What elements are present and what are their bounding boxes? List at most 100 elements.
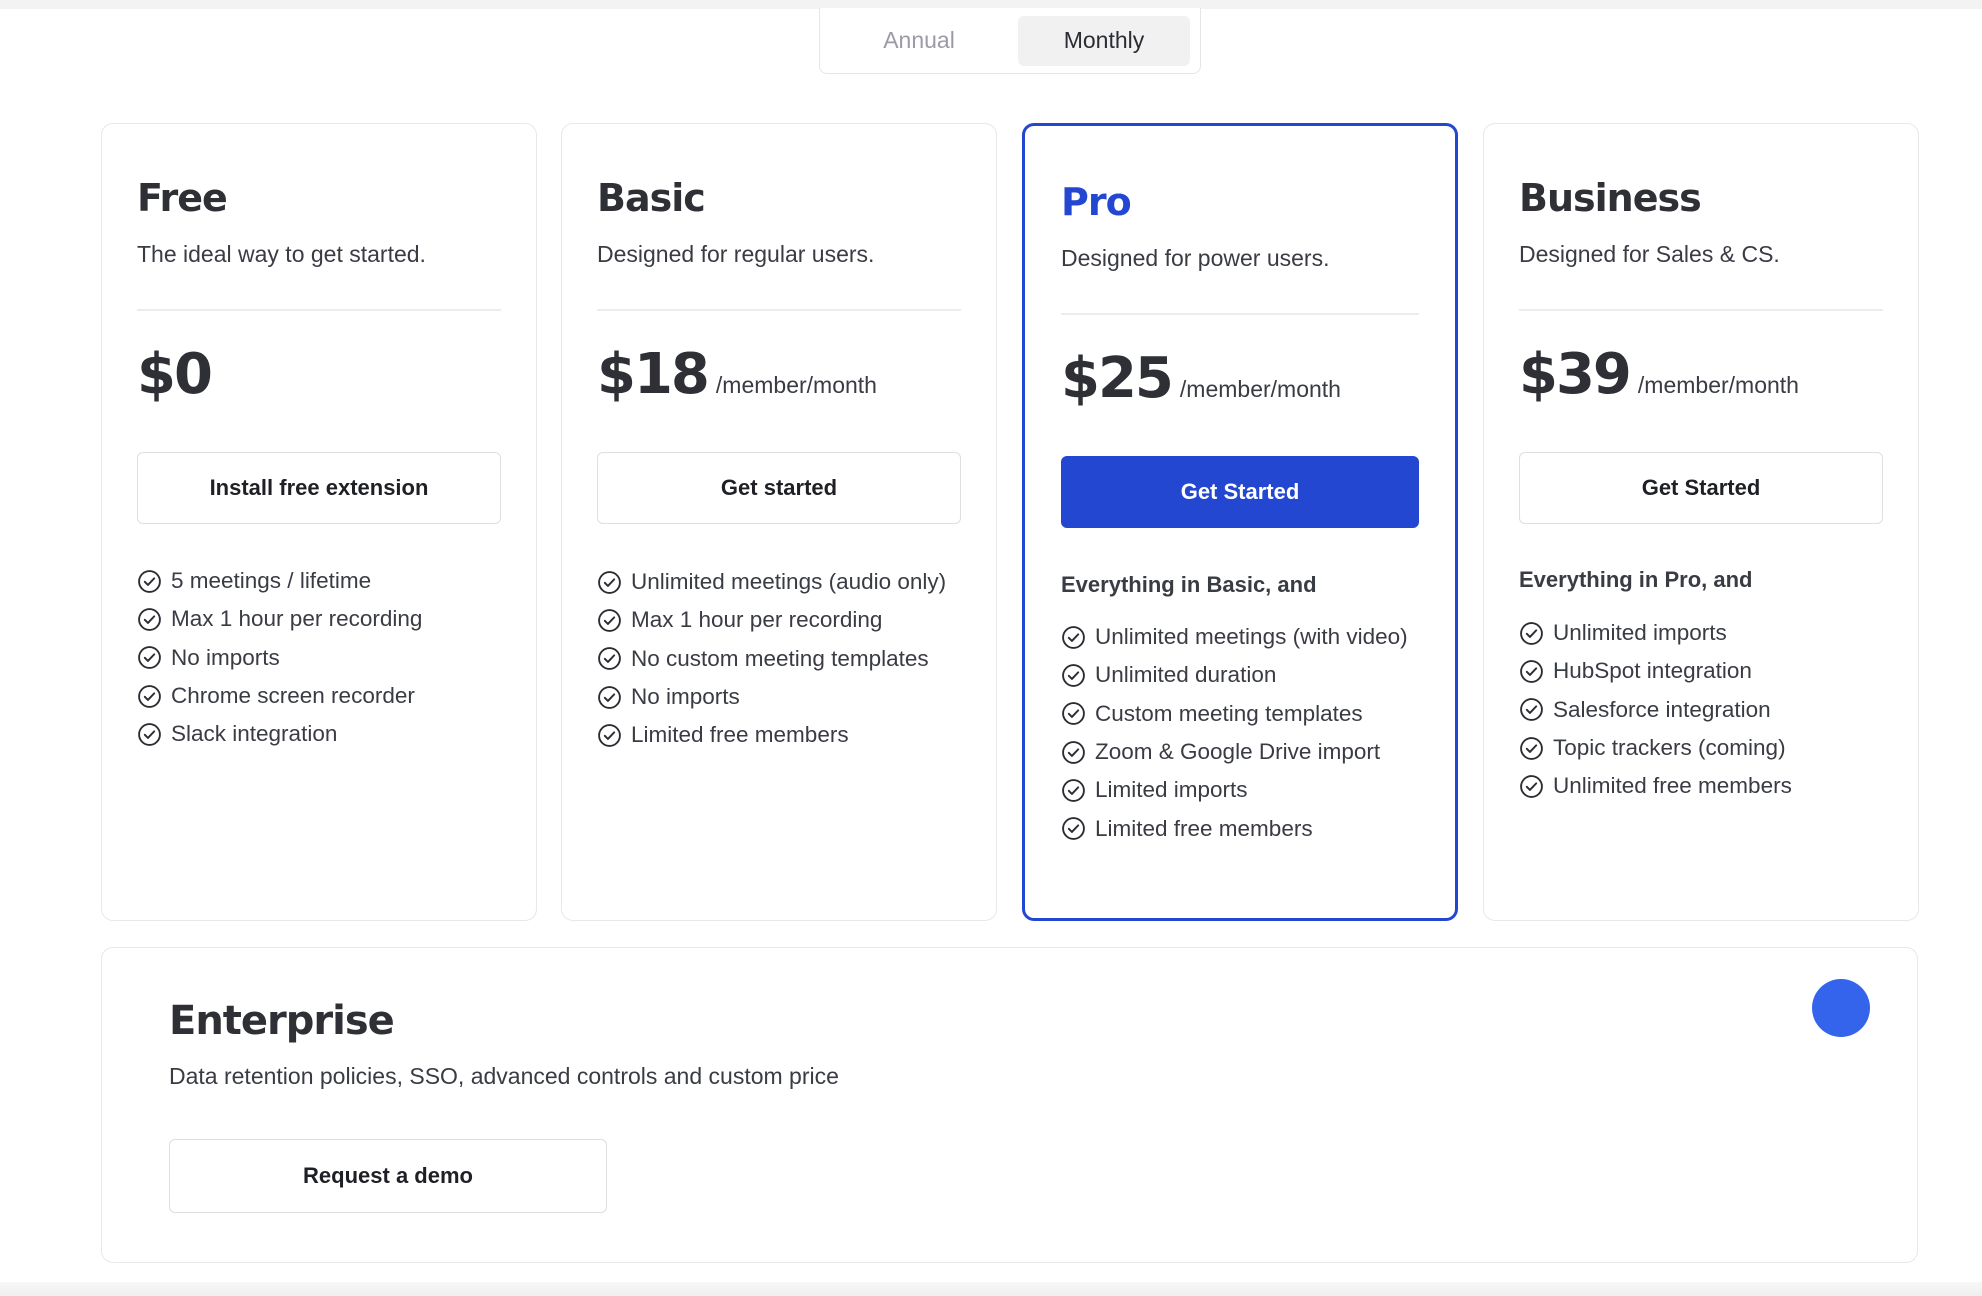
feature-item: Max 1 hour per recording (137, 600, 511, 638)
feature-item: Max 1 hour per recording (597, 601, 971, 639)
plan-card-free: Free The ideal way to get started. $0 In… (101, 123, 537, 921)
feature-text: Limited imports (1095, 777, 1248, 803)
plan-name: Pro (1061, 180, 1132, 224)
feature-text: Unlimited meetings (with video) (1095, 624, 1408, 650)
check-circle-icon (597, 685, 622, 710)
feature-item: Custom meeting templates (1061, 695, 1429, 733)
price-unit: /member/month (1637, 372, 1799, 398)
install-free-extension-button[interactable]: Install free extension (137, 452, 501, 524)
plan-price: $25 (1061, 346, 1174, 411)
feature-text: Limited free members (631, 722, 849, 748)
enterprise-description: Data retention policies, SSO, advanced c… (169, 1063, 839, 1089)
plan-card-pro: Pro Designed for power users. $25 /membe… (1022, 123, 1458, 921)
check-circle-icon (1061, 740, 1086, 765)
feature-text: Limited free members (1095, 815, 1313, 841)
bottom-bar (0, 1282, 1982, 1296)
plan-price: $0 (137, 342, 213, 407)
plan-description: Designed for regular users. (597, 241, 875, 267)
feature-text: No imports (631, 684, 740, 710)
feature-item: No custom meeting templates (597, 640, 971, 678)
feature-list: Unlimited meetings (audio only) Max 1 hou… (597, 563, 971, 754)
plan-price: $18 (597, 342, 710, 407)
feature-item: 5 meetings / lifetime (137, 562, 511, 600)
check-circle-icon (137, 722, 162, 747)
toggle-annual[interactable]: Annual (832, 16, 1006, 66)
get-started-pro-button[interactable]: Get Started (1061, 456, 1419, 528)
feature-item: Topic trackers (coming) (1519, 729, 1893, 767)
feature-text: Slack integration (171, 721, 338, 747)
feature-text: HubSpot integration (1553, 658, 1752, 684)
price-row: $18 /member/month (597, 342, 877, 407)
plan-description: Designed for Sales & CS. (1519, 241, 1780, 267)
check-circle-icon (1061, 625, 1086, 650)
feature-text: 5 meetings / lifetime (171, 568, 372, 594)
feature-text: Max 1 hour per recording (171, 606, 423, 632)
divider (597, 309, 961, 311)
plan-name: Basic (597, 176, 706, 220)
plan-lead-text: Everything in Pro, and (1519, 567, 1753, 592)
plan-card-basic: Basic Designed for regular users. $18 /m… (561, 123, 997, 921)
price-unit: /member/month (715, 372, 877, 398)
check-circle-icon (137, 684, 162, 709)
plan-price: $39 (1519, 342, 1632, 407)
feature-list: 5 meetings / lifetime Max 1 hour per reco… (137, 562, 511, 753)
divider (1519, 309, 1883, 311)
chat-bubble-icon[interactable] (1812, 979, 1870, 1037)
feature-item: Limited imports (1061, 771, 1429, 809)
check-circle-icon (597, 570, 622, 595)
check-circle-icon (137, 607, 162, 632)
check-circle-icon (1061, 816, 1086, 841)
get-started-business-button[interactable]: Get Started (1519, 452, 1883, 524)
feature-text: Topic trackers (coming) (1553, 735, 1786, 761)
plan-description: Designed for power users. (1061, 245, 1330, 271)
feature-item: No imports (597, 678, 971, 716)
price-row: $0 (137, 342, 213, 407)
enterprise-title: Enterprise (169, 998, 395, 1044)
check-circle-icon (1061, 663, 1086, 688)
feature-text: Salesforce integration (1553, 696, 1771, 722)
feature-text: Unlimited imports (1553, 620, 1727, 646)
feature-list: Unlimited imports HubSpot integration Sale… (1519, 614, 1893, 805)
check-circle-icon (1519, 736, 1544, 761)
feature-item: Limited free members (1061, 809, 1429, 847)
price-row: $25 /member/month (1061, 346, 1341, 411)
feature-text: No imports (171, 644, 280, 670)
feature-item: Unlimited meetings (with video) (1061, 618, 1429, 656)
check-circle-icon (597, 608, 622, 633)
check-circle-icon (1519, 697, 1544, 722)
check-circle-icon (1519, 621, 1544, 646)
plan-card-business: Business Designed for Sales & CS. $39 /m… (1483, 123, 1919, 921)
check-circle-icon (1519, 659, 1544, 684)
feature-text: Unlimited duration (1095, 662, 1277, 688)
check-circle-icon (1519, 774, 1544, 799)
check-circle-icon (1061, 778, 1086, 803)
price-row: $39 /member/month (1519, 342, 1799, 407)
price-unit: /member/month (1179, 376, 1341, 402)
toggle-monthly[interactable]: Monthly (1018, 15, 1190, 66)
billing-period-toggle: Annual Monthly (819, 8, 1201, 74)
check-circle-icon (597, 646, 622, 671)
get-started-basic-button[interactable]: Get started (597, 452, 961, 524)
feature-item: Unlimited duration (1061, 656, 1429, 694)
feature-item: No imports (137, 639, 511, 677)
feature-item: Salesforce integration (1519, 691, 1893, 729)
plan-description: The ideal way to get started. (137, 241, 426, 267)
check-circle-icon (597, 723, 622, 748)
enterprise-card: Enterprise Data retention policies, SSO,… (101, 947, 1918, 1263)
plan-name: Free (137, 176, 228, 220)
check-circle-icon (137, 569, 162, 594)
feature-text: Unlimited free members (1553, 773, 1792, 799)
feature-item: Limited free members (597, 716, 971, 754)
feature-item: Chrome screen recorder (137, 677, 511, 715)
plan-lead-text: Everything in Basic, and (1061, 572, 1317, 597)
divider (137, 309, 501, 311)
feature-item: HubSpot integration (1519, 652, 1893, 690)
request-demo-button[interactable]: Request a demo (169, 1139, 607, 1213)
plan-name: Business (1519, 176, 1702, 220)
feature-item: Unlimited imports (1519, 614, 1893, 652)
divider (1061, 313, 1419, 315)
check-circle-icon (137, 645, 162, 670)
feature-text: Unlimited meetings (audio only) (631, 569, 947, 595)
feature-item: Slack integration (137, 715, 511, 753)
check-circle-icon (1061, 701, 1086, 726)
